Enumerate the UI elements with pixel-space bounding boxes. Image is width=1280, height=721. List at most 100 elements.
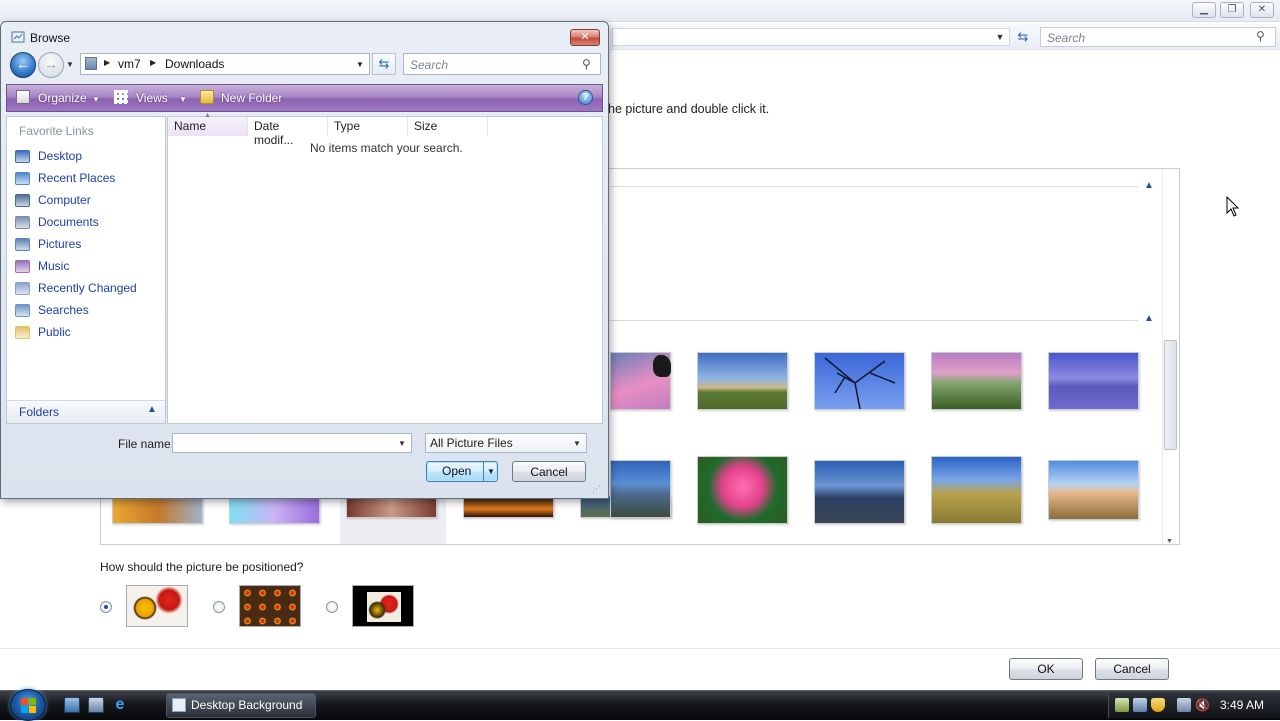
minimize-button[interactable]: ▁ — [1192, 2, 1216, 18]
favorite-link-desktop[interactable]: Desktop — [38, 149, 82, 163]
tray-volume-icon[interactable]: 🔇 — [1195, 698, 1210, 712]
desktop-icon — [15, 150, 30, 163]
chevron-up-icon[interactable]: ▲ — [147, 404, 157, 415]
position-tile-preview[interactable] — [239, 585, 301, 627]
breadcrumb-separator-icon[interactable]: ▶ — [104, 58, 110, 67]
wallpaper-thumbnail[interactable] — [229, 496, 320, 524]
refresh-icon[interactable]: ⇆ — [1014, 28, 1032, 46]
pictures-icon — [15, 238, 30, 251]
dialog-cancel-button[interactable]: Cancel — [512, 461, 586, 482]
chevron-down-icon[interactable]: ▼ — [179, 95, 187, 104]
position-tile-radio[interactable] — [213, 601, 225, 613]
open-options-dropdown-icon[interactable]: ▼ — [487, 467, 495, 476]
dialog-search-input[interactable]: Search — [403, 53, 601, 75]
sort-ascending-icon: ▲ — [204, 112, 211, 119]
help-icon[interactable]: ? — [578, 90, 593, 105]
system-clock[interactable]: 3:49 AM — [1220, 698, 1264, 712]
column-header-size[interactable]: Size — [408, 117, 488, 136]
column-header-type[interactable]: Type — [328, 117, 408, 136]
resize-grip-icon[interactable]: ⋰ — [592, 484, 601, 495]
wallpaper-thumbnail[interactable] — [346, 496, 437, 518]
browse-dialog-icon — [11, 31, 25, 43]
favorite-link-searches[interactable]: Searches — [38, 303, 89, 317]
scrollbar-thumb[interactable] — [1164, 340, 1177, 450]
position-center-radio[interactable] — [326, 601, 338, 613]
folders-label[interactable]: Folders — [19, 405, 59, 419]
tray-network-icon[interactable] — [1115, 698, 1129, 712]
organize-menu[interactable]: Organize — [38, 91, 87, 105]
breadcrumb-separator-icon[interactable]: ▶ — [150, 58, 156, 67]
show-desktop-icon[interactable] — [64, 697, 80, 713]
favorite-link-music[interactable]: Music — [38, 259, 69, 273]
maximize-button[interactable]: ❐ — [1220, 2, 1244, 18]
recent-pages-dropdown[interactable]: ▼ — [66, 60, 74, 69]
chevron-down-icon[interactable]: ▼ — [92, 95, 100, 104]
wallpaper-thumbnail[interactable] — [931, 352, 1022, 410]
wallpaper-thumbnail[interactable] — [610, 460, 671, 518]
views-menu[interactable]: Views — [136, 91, 168, 105]
wallpaper-thumbnail[interactable] — [112, 496, 203, 524]
wallpaper-thumbnail[interactable] — [1048, 460, 1139, 520]
file-type-select[interactable]: All Picture Files — [425, 433, 587, 453]
chevron-down-icon[interactable]: ▼ — [993, 28, 1007, 46]
tray-connection-icon[interactable] — [1177, 698, 1191, 712]
favorite-link-computer[interactable]: Computer — [38, 193, 91, 207]
wallpaper-thumbnail[interactable] — [814, 352, 905, 410]
wallpaper-thumbnail[interactable] — [610, 352, 671, 410]
favorite-link-recent-places[interactable]: Recent Places — [38, 171, 115, 185]
computer-location-icon — [85, 57, 97, 70]
wallpaper-thumbnail[interactable] — [931, 456, 1022, 524]
cancel-button[interactable]: Cancel — [1095, 658, 1169, 680]
close-button[interactable]: ✕ — [1250, 2, 1274, 18]
column-header-name[interactable]: Name — [168, 117, 248, 136]
favorite-links-header: Favorite Links — [19, 124, 94, 138]
favorite-link-documents[interactable]: Documents — [38, 215, 99, 229]
group-divider — [610, 320, 1138, 321]
file-name-input[interactable] — [172, 433, 412, 453]
position-fit-preview[interactable] — [126, 585, 188, 627]
forward-button[interactable]: → — [38, 52, 64, 78]
search-icon[interactable]: ⚲ — [582, 57, 591, 71]
ok-button[interactable]: OK — [1009, 658, 1083, 680]
dialog-title: Browse — [30, 31, 71, 45]
file-list[interactable] — [167, 116, 603, 424]
favorite-link-recently-changed[interactable]: Recently Changed — [38, 281, 137, 295]
search-input[interactable]: Search — [1040, 27, 1276, 47]
scroll-down-icon[interactable]: ▼ — [1166, 538, 1173, 545]
switch-windows-icon[interactable] — [88, 697, 104, 713]
breadcrumb-vm7[interactable]: vm7 — [118, 57, 141, 71]
wallpaper-thumbnail[interactable] — [697, 352, 788, 410]
column-header-date-modified[interactable]: Date modif... — [248, 117, 328, 147]
chevron-down-icon[interactable]: ▼ — [573, 439, 581, 448]
views-icon — [114, 90, 128, 104]
start-button[interactable] — [10, 689, 46, 721]
taskbar-button-desktop-background[interactable]: Desktop Background — [166, 693, 316, 718]
file-name-dropdown-icon[interactable]: ▼ — [398, 439, 406, 448]
favorite-link-public[interactable]: Public — [38, 325, 71, 339]
dialog-refresh-button[interactable]: ⇆ — [372, 53, 396, 75]
internet-explorer-icon[interactable]: e — [112, 697, 128, 713]
wallpaper-thumbnail[interactable] — [463, 496, 554, 518]
back-button[interactable]: ← — [10, 52, 36, 78]
collapse-arrow-icon[interactable]: ▲ — [1144, 313, 1154, 324]
navigation-pane — [6, 116, 166, 424]
favorite-link-pictures[interactable]: Pictures — [38, 237, 81, 251]
tray-display-icon[interactable] — [1133, 698, 1147, 712]
wallpaper-thumbnail[interactable] — [814, 460, 905, 524]
breadcrumb-downloads[interactable]: Downloads — [165, 57, 224, 71]
search-icon[interactable]: ⚲ — [1256, 29, 1265, 43]
instructions-text: he picture and double click it. — [608, 102, 770, 116]
recent-places-icon — [15, 172, 30, 185]
dialog-close-button[interactable]: ✕ — [570, 29, 600, 46]
wallpaper-thumbnail[interactable] — [1048, 352, 1139, 410]
position-center-preview[interactable] — [352, 585, 414, 627]
music-icon — [15, 260, 30, 273]
collapse-arrow-icon[interactable]: ▲ — [1144, 180, 1154, 191]
tray-security-shield-icon[interactable] — [1151, 698, 1165, 712]
address-dropdown-icon[interactable]: ▼ — [356, 60, 364, 69]
window-titlebar — [0, 0, 1280, 22]
address-field[interactable] — [612, 28, 1010, 46]
position-fit-radio[interactable] — [100, 601, 112, 613]
wallpaper-thumbnail[interactable] — [697, 456, 788, 524]
new-folder-button[interactable]: New Folder — [221, 91, 282, 105]
